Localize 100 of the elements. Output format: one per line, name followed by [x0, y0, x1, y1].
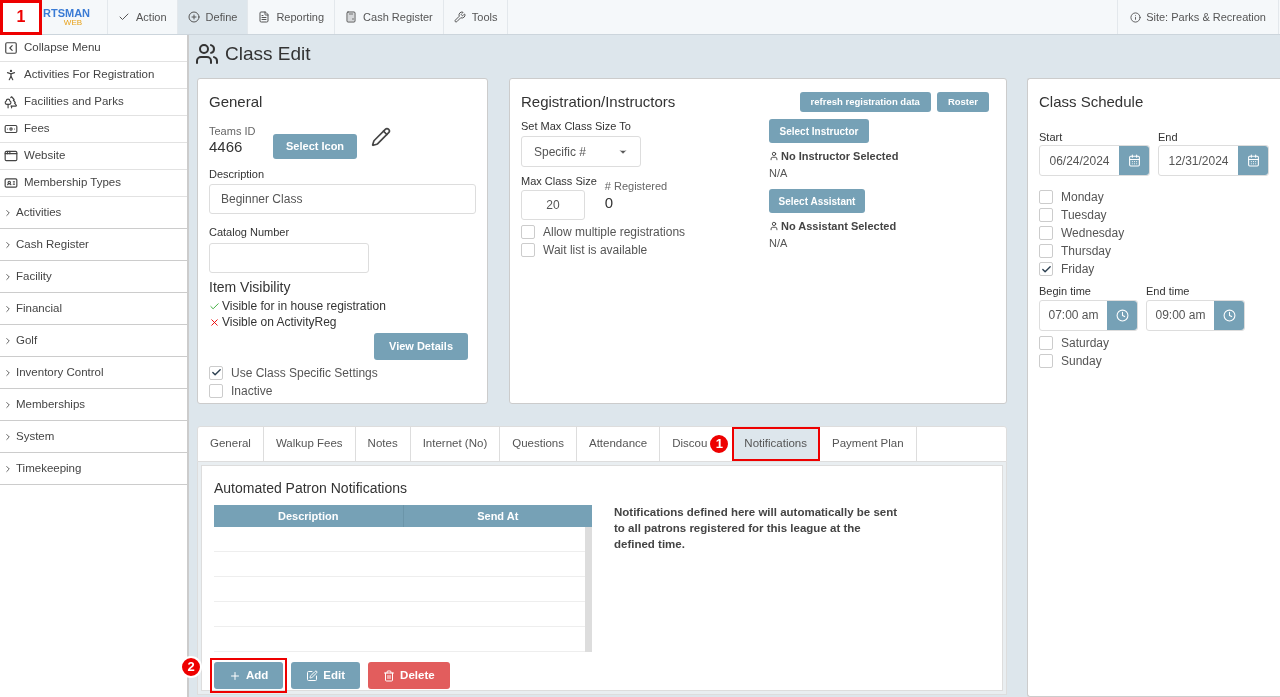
field-label: # Registered — [604, 179, 668, 194]
sidebar-link[interactable]: Activities For Registration — [0, 62, 187, 89]
chevron-icon — [3, 463, 13, 474]
checkbox[interactable] — [1039, 335, 1053, 350]
delete-button[interactable]: Delete — [366, 660, 452, 691]
calendar-icon[interactable] — [1238, 146, 1268, 175]
checkbox-label: Tuesday — [1061, 207, 1107, 224]
card-title: General — [209, 92, 264, 112]
instructor-detail: N/A — [769, 165, 789, 181]
visibility-text: Visible on ActivityReg — [222, 314, 337, 331]
field-label: Begin time — [1039, 284, 1092, 299]
sidebar-link[interactable]: Facilities and Parks — [0, 89, 187, 116]
checkbox[interactable] — [209, 365, 223, 380]
tab[interactable]: Internet (No) — [410, 427, 501, 461]
sidebar-link[interactable]: Collapse Menu — [0, 35, 187, 62]
checkbox[interactable] — [1039, 244, 1053, 258]
end-time-field[interactable]: 09:00 am — [1146, 299, 1245, 331]
tab[interactable]: Attendance — [577, 427, 661, 461]
sidebar-group[interactable]: Golf — [0, 325, 187, 357]
field-label: Set Max Class Size To — [521, 118, 632, 134]
page-title: Class Edit — [225, 41, 311, 66]
tab[interactable]: Payment Plan — [820, 427, 917, 461]
start-date-field[interactable]: 06/24/2024 — [1039, 145, 1150, 176]
field-label: Description — [209, 166, 266, 182]
card-title: Class Schedule — [1039, 92, 1145, 112]
pencil-icon — [371, 126, 392, 147]
sidebar-group[interactable]: System — [0, 421, 187, 453]
teams-id: 4466 — [209, 139, 244, 155]
visibility-text: Visible for in house registration — [222, 298, 386, 315]
sidebar-group[interactable]: Facility — [0, 261, 187, 293]
checkbox[interactable] — [1039, 208, 1053, 222]
field-label: End time — [1146, 284, 1191, 299]
checkbox[interactable] — [521, 224, 535, 239]
checkbox[interactable] — [209, 383, 223, 398]
max-class-size-field[interactable]: 20 — [521, 189, 585, 220]
callout-badge: 2 — [180, 656, 202, 678]
sidebar-group[interactable]: Financial — [0, 293, 187, 325]
nav-tab[interactable]: Cash Register — [335, 0, 444, 34]
nav-tab[interactable]: Tools — [443, 0, 509, 34]
catalog-number-field[interactable] — [209, 242, 369, 273]
max-size-select[interactable]: Specific # — [521, 136, 641, 167]
sidebar-link[interactable]: Website — [0, 143, 187, 170]
registered-count: 0 — [604, 194, 615, 211]
checkbox[interactable] — [1039, 262, 1053, 276]
sidebar-icon — [4, 149, 18, 163]
tab[interactable]: Notifications — [732, 427, 820, 461]
checkbox-label: Sunday — [1061, 352, 1102, 370]
nav-icon — [258, 11, 271, 23]
sidebar-group[interactable]: Inventory Control — [0, 357, 187, 389]
begin-time-field[interactable]: 07:00 am — [1039, 299, 1138, 331]
plus-icon — [229, 669, 241, 682]
nav-icon — [187, 11, 200, 23]
sidebar-group[interactable]: Cash Register — [0, 229, 187, 261]
sidebar-group[interactable]: Timekeeping — [0, 453, 187, 485]
info-text: Notifications defined here will automatically be sent to all patrons registered for this league at the defined time. — [614, 505, 899, 552]
sidebar-link[interactable]: Membership Types — [0, 170, 187, 197]
tab[interactable]: Questions — [500, 427, 577, 461]
checkbox[interactable] — [1039, 353, 1053, 368]
checkbox-label: Wait list is available — [543, 241, 648, 259]
checkbox-label: Monday — [1061, 189, 1104, 206]
nav-tab[interactable]: Define — [177, 0, 249, 34]
assistant-name: No Assistant Selected — [781, 219, 897, 234]
sidebar-icon — [4, 176, 18, 190]
checkbox[interactable] — [1039, 190, 1053, 204]
field-label: Teams ID — [209, 123, 257, 139]
checkbox-label: Saturday — [1061, 334, 1110, 352]
sidebar-link[interactable]: Fees — [0, 116, 187, 143]
chevron-icon — [3, 399, 13, 410]
calendar-icon[interactable] — [1119, 146, 1149, 175]
column-header: Description — [277, 508, 340, 524]
field-label: Start — [1039, 129, 1064, 145]
chevron-icon — [3, 271, 13, 282]
clock-icon[interactable] — [1214, 300, 1244, 330]
nav-tab[interactable]: Action — [108, 0, 178, 34]
trash-icon — [383, 669, 396, 682]
scrollbar[interactable] — [585, 527, 592, 652]
pencil-square-icon — [306, 669, 319, 682]
tab[interactable]: Notes — [355, 427, 411, 461]
checkbox-label: Thursday — [1061, 243, 1112, 260]
tab[interactable]: General — [198, 427, 264, 461]
description-field[interactable]: Beginner Class — [209, 184, 476, 214]
nav-icon — [345, 11, 358, 23]
tab[interactable]: Discou — [660, 427, 708, 461]
chevron-icon — [3, 239, 13, 250]
panel-title: Automated Patron Notifications — [214, 479, 408, 498]
site-selector[interactable]: Site: Parks & Recreation — [1117, 0, 1279, 34]
sidebar-group[interactable]: Activities — [0, 197, 187, 229]
checkbox[interactable] — [521, 242, 535, 257]
tab[interactable]: Walkup Fees — [263, 427, 356, 461]
logo-subtext: WEB — [63, 18, 83, 27]
chevron-icon — [3, 431, 13, 442]
class-icon — [195, 42, 219, 66]
nav-tab[interactable]: Reporting — [248, 0, 336, 34]
callout-badge: 1 — [708, 433, 731, 455]
checkbox-label: Inactive — [231, 382, 273, 400]
checkbox[interactable] — [1039, 226, 1053, 240]
clock-icon[interactable] — [1107, 300, 1137, 330]
sidebar-group[interactable]: Memberships — [0, 389, 187, 421]
end-date-field[interactable]: 12/31/2024 — [1158, 145, 1269, 176]
checkbox-label: Use Class Specific Settings — [231, 364, 378, 382]
